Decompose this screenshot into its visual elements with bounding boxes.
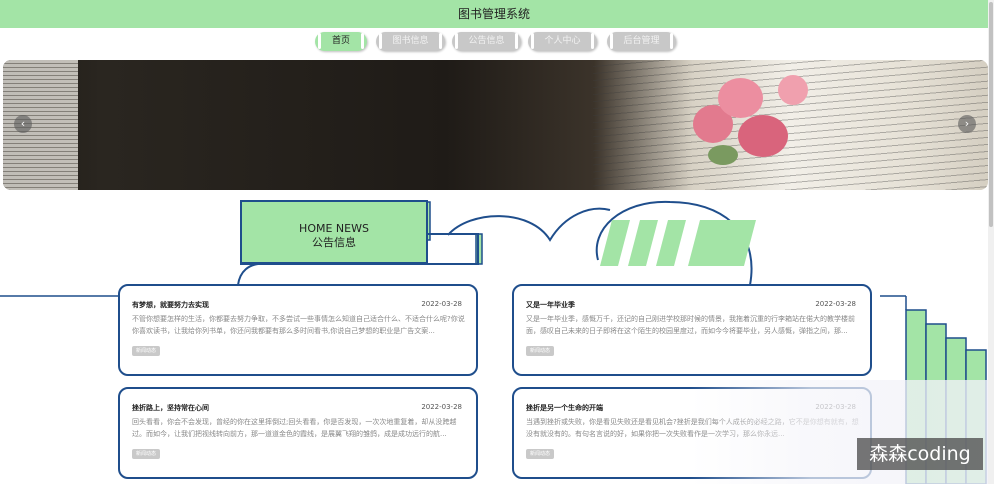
news-card-desc: 又是一年毕业季，感慨万千，还记的自己刚进学校那时候的情景，我拖着沉重的行李箱站在… — [526, 315, 855, 335]
news-title-en: HOME NEWS — [299, 222, 369, 235]
news-card-tag: 新闻动态 — [526, 449, 555, 459]
banner-carousel[interactable]: ‹ › — [3, 60, 988, 190]
news-card-date: 2022-03-28 — [815, 300, 856, 308]
nav-item-label: 首页 — [331, 36, 350, 46]
banner-prev-button[interactable]: ‹ — [14, 115, 32, 133]
chevron-right-icon: › — [964, 117, 970, 130]
nav-item-label: 个人中心 — [544, 36, 581, 46]
scrollbar-thumb[interactable] — [989, 2, 993, 227]
news-card-title: 有梦想，就要努力去实现 — [132, 301, 209, 309]
news-card[interactable]: 挫折路上，坚持常在心间 2022-03-28 回头看看，你会不会发现，曾经的你在… — [118, 387, 478, 479]
news-card-tag: 新闻动态 — [132, 449, 161, 459]
news-section-title: HOME NEWS 公告信息 — [240, 200, 428, 264]
watermark: 森森coding — [857, 438, 983, 470]
flower-image — [718, 78, 763, 118]
banner-next-button[interactable]: › — [958, 115, 976, 133]
flower-image — [778, 75, 808, 105]
nav-item-books[interactable]: 图书信息 — [376, 32, 445, 51]
news-card-date: 2022-03-28 — [421, 300, 462, 308]
news-card-tag: 新闻动态 — [526, 346, 555, 356]
chevron-left-icon: ‹ — [20, 117, 26, 130]
news-card[interactable]: 有梦想，就要努力去实现 2022-03-28 不管你想要怎样的生活，你都要去努力… — [118, 284, 478, 376]
news-card-date: 2022-03-28 — [421, 403, 462, 411]
nav-item-label: 公告信息 — [468, 36, 505, 46]
news-card-desc: 回头看看，你会不会发现，曾经的你在这里摔倒过;回头看看，你是否发现，一次次地重复… — [132, 418, 457, 438]
news-card[interactable]: 又是一年毕业季 2022-03-28 又是一年毕业季，感慨万千，还记的自己刚进学… — [512, 284, 872, 376]
nav-item-notices[interactable]: 公告信息 — [452, 32, 521, 51]
nav-item-profile[interactable]: 个人中心 — [528, 32, 597, 51]
nav-item-admin[interactable]: 后台管理 — [607, 32, 676, 51]
app-title: 图书管理系统 — [457, 7, 530, 21]
app-header: 图书管理系统 — [0, 0, 988, 28]
page-scrollbar[interactable] — [988, 0, 994, 484]
nav-item-label: 图书信息 — [392, 36, 429, 46]
nav-item-home[interactable]: 首页 — [315, 32, 367, 51]
news-card-title: 挫折是另一个生命的开端 — [526, 404, 603, 412]
flower-image — [738, 115, 788, 157]
news-card-desc: 不管你想要怎样的生活，你都要去努力争取，不多尝试一些事情怎么知道自己适合什么、不… — [132, 315, 465, 335]
news-card-title: 挫折路上，坚持常在心间 — [132, 404, 209, 412]
news-title-cn: 公告信息 — [312, 236, 356, 249]
leaf-image — [708, 145, 738, 165]
top-nav: 首页 图书信息 公告信息 个人中心 后台管理 — [0, 32, 988, 54]
nav-item-label: 后台管理 — [623, 36, 660, 46]
news-card-tag: 新闻动态 — [132, 346, 161, 356]
news-card-title: 又是一年毕业季 — [526, 301, 575, 309]
